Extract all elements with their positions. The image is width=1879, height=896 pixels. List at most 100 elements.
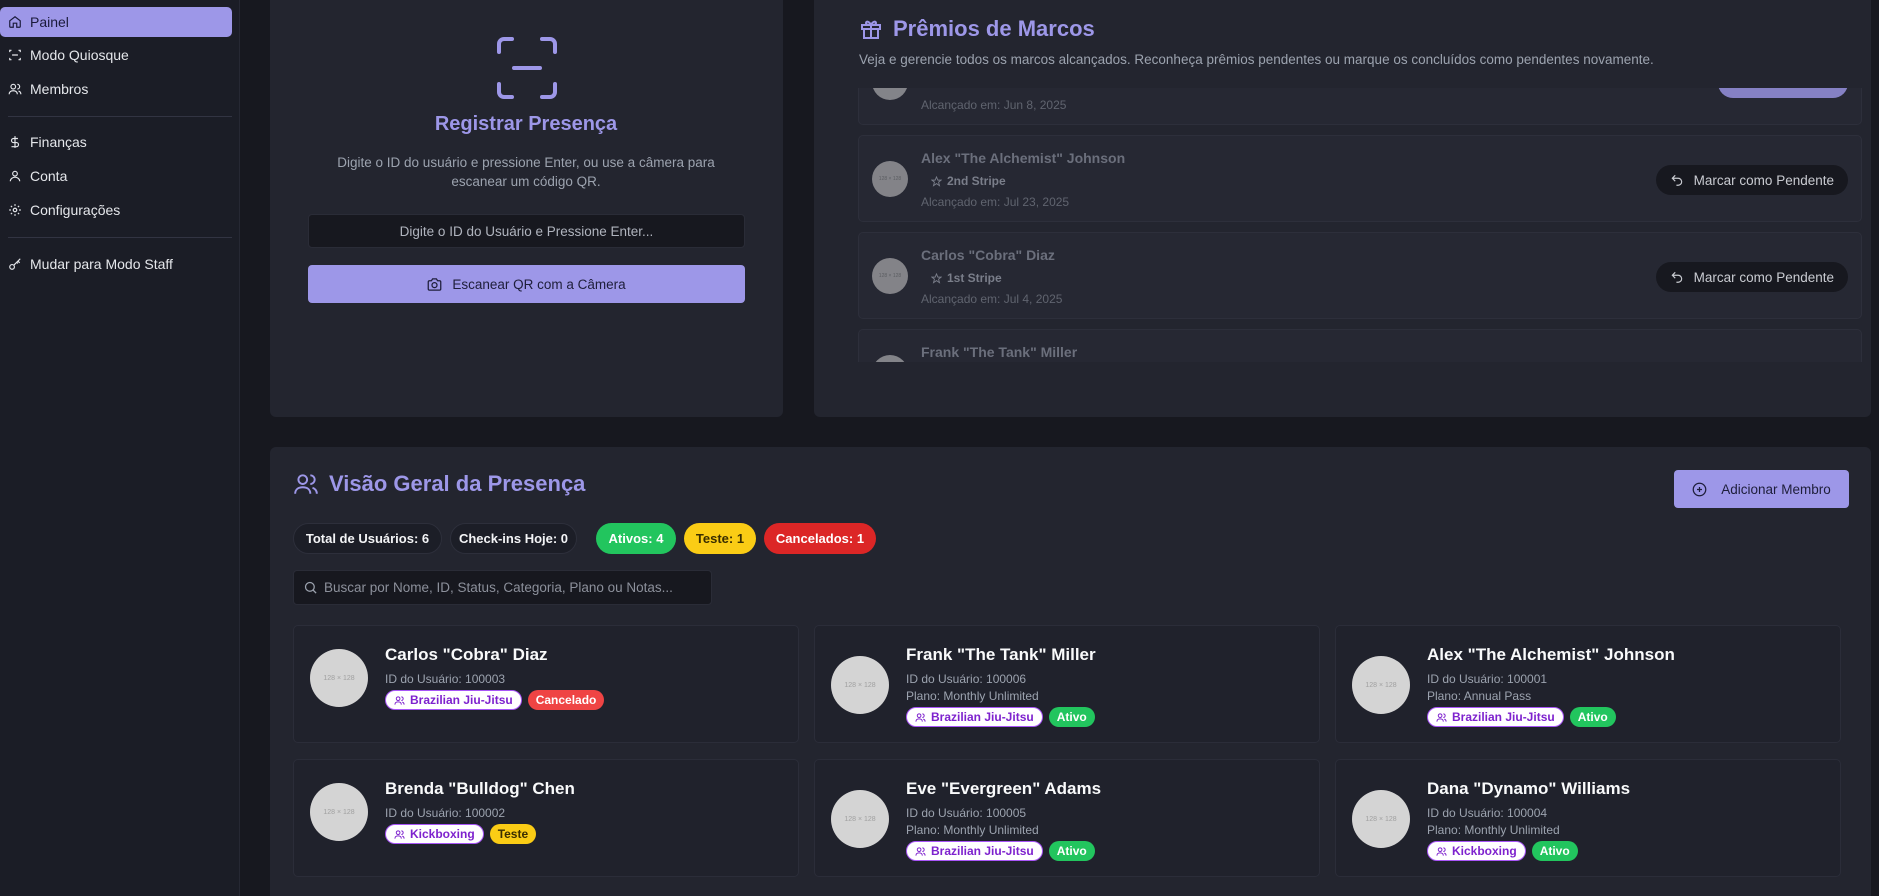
users-icon xyxy=(293,471,319,497)
camera-icon xyxy=(427,277,442,291)
member-plan: Plano: Annual Pass xyxy=(1427,689,1532,703)
member-plan: Plano: Monthly Unlimited xyxy=(1427,823,1560,837)
sidebar-item-membros[interactable]: Membros xyxy=(0,74,240,104)
mark-pending-label: Marcar como Pendente xyxy=(1693,269,1834,285)
member-tags: Brazilian Jiu-Jitsu Cancelado xyxy=(385,690,605,710)
undo-icon xyxy=(1670,173,1684,187)
mark-pending-button[interactable]: Marcar como Pendente xyxy=(1655,165,1848,195)
member-search[interactable] xyxy=(293,570,712,605)
member-card[interactable]: 128 × 128 Alex "The Alchemist" Johnson I… xyxy=(1335,625,1841,743)
user-id-input[interactable] xyxy=(308,214,745,248)
sidebar-item-label: Painel xyxy=(30,14,69,30)
status-badge: Teste xyxy=(489,824,537,844)
member-tags: Kickboxing Teste xyxy=(385,824,537,844)
undo-icon xyxy=(1670,270,1684,284)
milestone-name: Frank "The Tank" Miller xyxy=(921,344,1078,360)
stat-cancelled: Cancelados: 1 xyxy=(764,523,876,554)
stat-total-users: Total de Usuários: 6 xyxy=(293,523,442,554)
member-card[interactable]: 128 × 128 Frank "The Tank" Miller ID do … xyxy=(814,625,1320,743)
sidebar: Painel Modo Quiosque Membros Finanças Co… xyxy=(0,0,240,896)
member-id: ID do Usuário: 100002 xyxy=(385,806,506,820)
milestone-item: 128 × 128 Alex "The Alchemist" Johnson 2… xyxy=(858,135,1862,222)
avatar xyxy=(872,355,908,362)
avatar: 128 × 128 xyxy=(1352,790,1410,848)
overview-title: Visão Geral da Presença xyxy=(293,471,585,497)
add-member-label: Adicionar Membro xyxy=(1721,481,1831,497)
member-card[interactable]: 128 × 128 Dana "Dynamo" Williams ID do U… xyxy=(1335,759,1841,877)
member-name: Carlos "Cobra" Diaz xyxy=(385,645,548,664)
add-member-button[interactable]: Adicionar Membro xyxy=(1674,470,1849,508)
users-icon xyxy=(8,82,22,96)
sidebar-item-financas[interactable]: Finanças xyxy=(0,127,240,157)
milestone-date: Alcançado em: Jul 23, 2025 xyxy=(921,195,1070,209)
milestones-card: Prêmios de Marcos Veja e gerencie todos … xyxy=(814,0,1871,417)
stripe-label: 1st Stripe xyxy=(947,271,1002,285)
category-badge: Brazilian Jiu-Jitsu xyxy=(906,707,1043,727)
category-badge: Brazilian Jiu-Jitsu xyxy=(385,690,522,710)
milestones-description: Veja e gerencie todos os marcos alcançad… xyxy=(859,52,1654,67)
milestones-title-text: Prêmios de Marcos xyxy=(893,16,1095,41)
avatar: 128 × 128 xyxy=(310,783,368,841)
dollar-icon xyxy=(8,135,22,149)
register-card: Registrar Presença Digite o ID do usuári… xyxy=(270,0,783,417)
star-icon xyxy=(931,175,942,187)
scan-icon xyxy=(8,48,22,62)
gear-icon xyxy=(8,203,22,217)
mark-pending-button[interactable]: Marcar como Pendente xyxy=(1655,262,1848,292)
register-title: Registrar Presença xyxy=(434,113,618,135)
member-tags: Brazilian Jiu-Jitsu Ativo xyxy=(906,841,1095,861)
member-card[interactable]: 128 × 128 Carlos "Cobra" Diaz ID do Usuá… xyxy=(293,625,799,743)
avatar: 128 × 128 xyxy=(872,258,908,294)
users-icon xyxy=(394,829,405,840)
milestone-name: Carlos "Cobra" Diaz xyxy=(921,247,1055,263)
milestones-list[interactable]: Alcançado em: Jun 8, 2025 128 × 128 Alex… xyxy=(858,88,1862,362)
attendance-overview-card: Visão Geral da Presença Adicionar Membro… xyxy=(270,447,1871,896)
users-icon xyxy=(915,846,926,857)
member-name: Brenda "Bulldog" Chen xyxy=(385,779,575,798)
category-label: Kickboxing xyxy=(1452,844,1517,858)
member-name: Dana "Dynamo" Williams xyxy=(1427,779,1631,798)
status-badge: Ativo xyxy=(1569,707,1616,727)
milestone-name: Alex "The Alchemist" Johnson xyxy=(921,150,1126,166)
sidebar-item-conta[interactable]: Conta xyxy=(0,161,240,191)
milestone-date: Alcançado em: Jul 4, 2025 xyxy=(921,292,1063,306)
scan-qr-button[interactable]: Escanear QR com a Câmera xyxy=(308,265,745,303)
sidebar-item-label: Finanças xyxy=(30,134,87,150)
member-id: ID do Usuário: 100001 xyxy=(1427,672,1548,686)
category-label: Brazilian Jiu-Jitsu xyxy=(410,693,513,707)
member-card[interactable]: 128 × 128 Brenda "Bulldog" Chen ID do Us… xyxy=(293,759,799,877)
milestone-date: Alcançado em: Jun 8, 2025 xyxy=(921,98,1067,112)
member-tags: Brazilian Jiu-Jitsu Ativo xyxy=(1427,707,1616,727)
member-id: ID do Usuário: 100005 xyxy=(906,806,1027,820)
sidebar-item-painel[interactable]: Painel xyxy=(0,7,232,37)
status-badge: Ativo xyxy=(1048,841,1095,861)
member-id: ID do Usuário: 100003 xyxy=(385,672,506,686)
avatar: 128 × 128 xyxy=(872,161,908,197)
user-icon xyxy=(8,169,22,183)
milestones-title: Prêmios de Marcos xyxy=(859,16,1095,42)
search-icon xyxy=(303,580,318,595)
milestone-item: Alcançado em: Jun 8, 2025 xyxy=(858,88,1862,125)
member-name: Eve "Evergreen" Adams xyxy=(906,779,1102,798)
stripe-label: 2nd Stripe xyxy=(947,174,1006,188)
milestone-stripe: 1st Stripe xyxy=(931,271,1002,285)
mark-pending-label: Marcar como Pendente xyxy=(1693,172,1834,188)
member-tags: Kickboxing Ativo xyxy=(1427,841,1578,861)
sidebar-item-modo-staff[interactable]: Mudar para Modo Staff xyxy=(0,249,240,279)
stat-trial: Teste: 1 xyxy=(684,523,756,554)
category-label: Brazilian Jiu-Jitsu xyxy=(1452,710,1555,724)
sidebar-item-configuracoes[interactable]: Configurações xyxy=(0,195,240,225)
users-icon xyxy=(915,712,926,723)
users-icon xyxy=(1436,846,1447,857)
category-badge: Brazilian Jiu-Jitsu xyxy=(1427,707,1564,727)
member-name: Frank "The Tank" Miller xyxy=(906,645,1096,664)
home-icon xyxy=(8,15,22,29)
sidebar-item-modo-quiosque[interactable]: Modo Quiosque xyxy=(0,40,240,70)
avatar: 128 × 128 xyxy=(831,790,889,848)
milestone-action-button[interactable] xyxy=(1718,88,1848,98)
category-badge: Kickboxing xyxy=(385,824,484,844)
member-card[interactable]: 128 × 128 Eve "Evergreen" Adams ID do Us… xyxy=(814,759,1320,877)
search-input[interactable] xyxy=(324,580,704,595)
sidebar-item-label: Conta xyxy=(30,168,68,184)
member-plan: Plano: Monthly Unlimited xyxy=(906,823,1039,837)
